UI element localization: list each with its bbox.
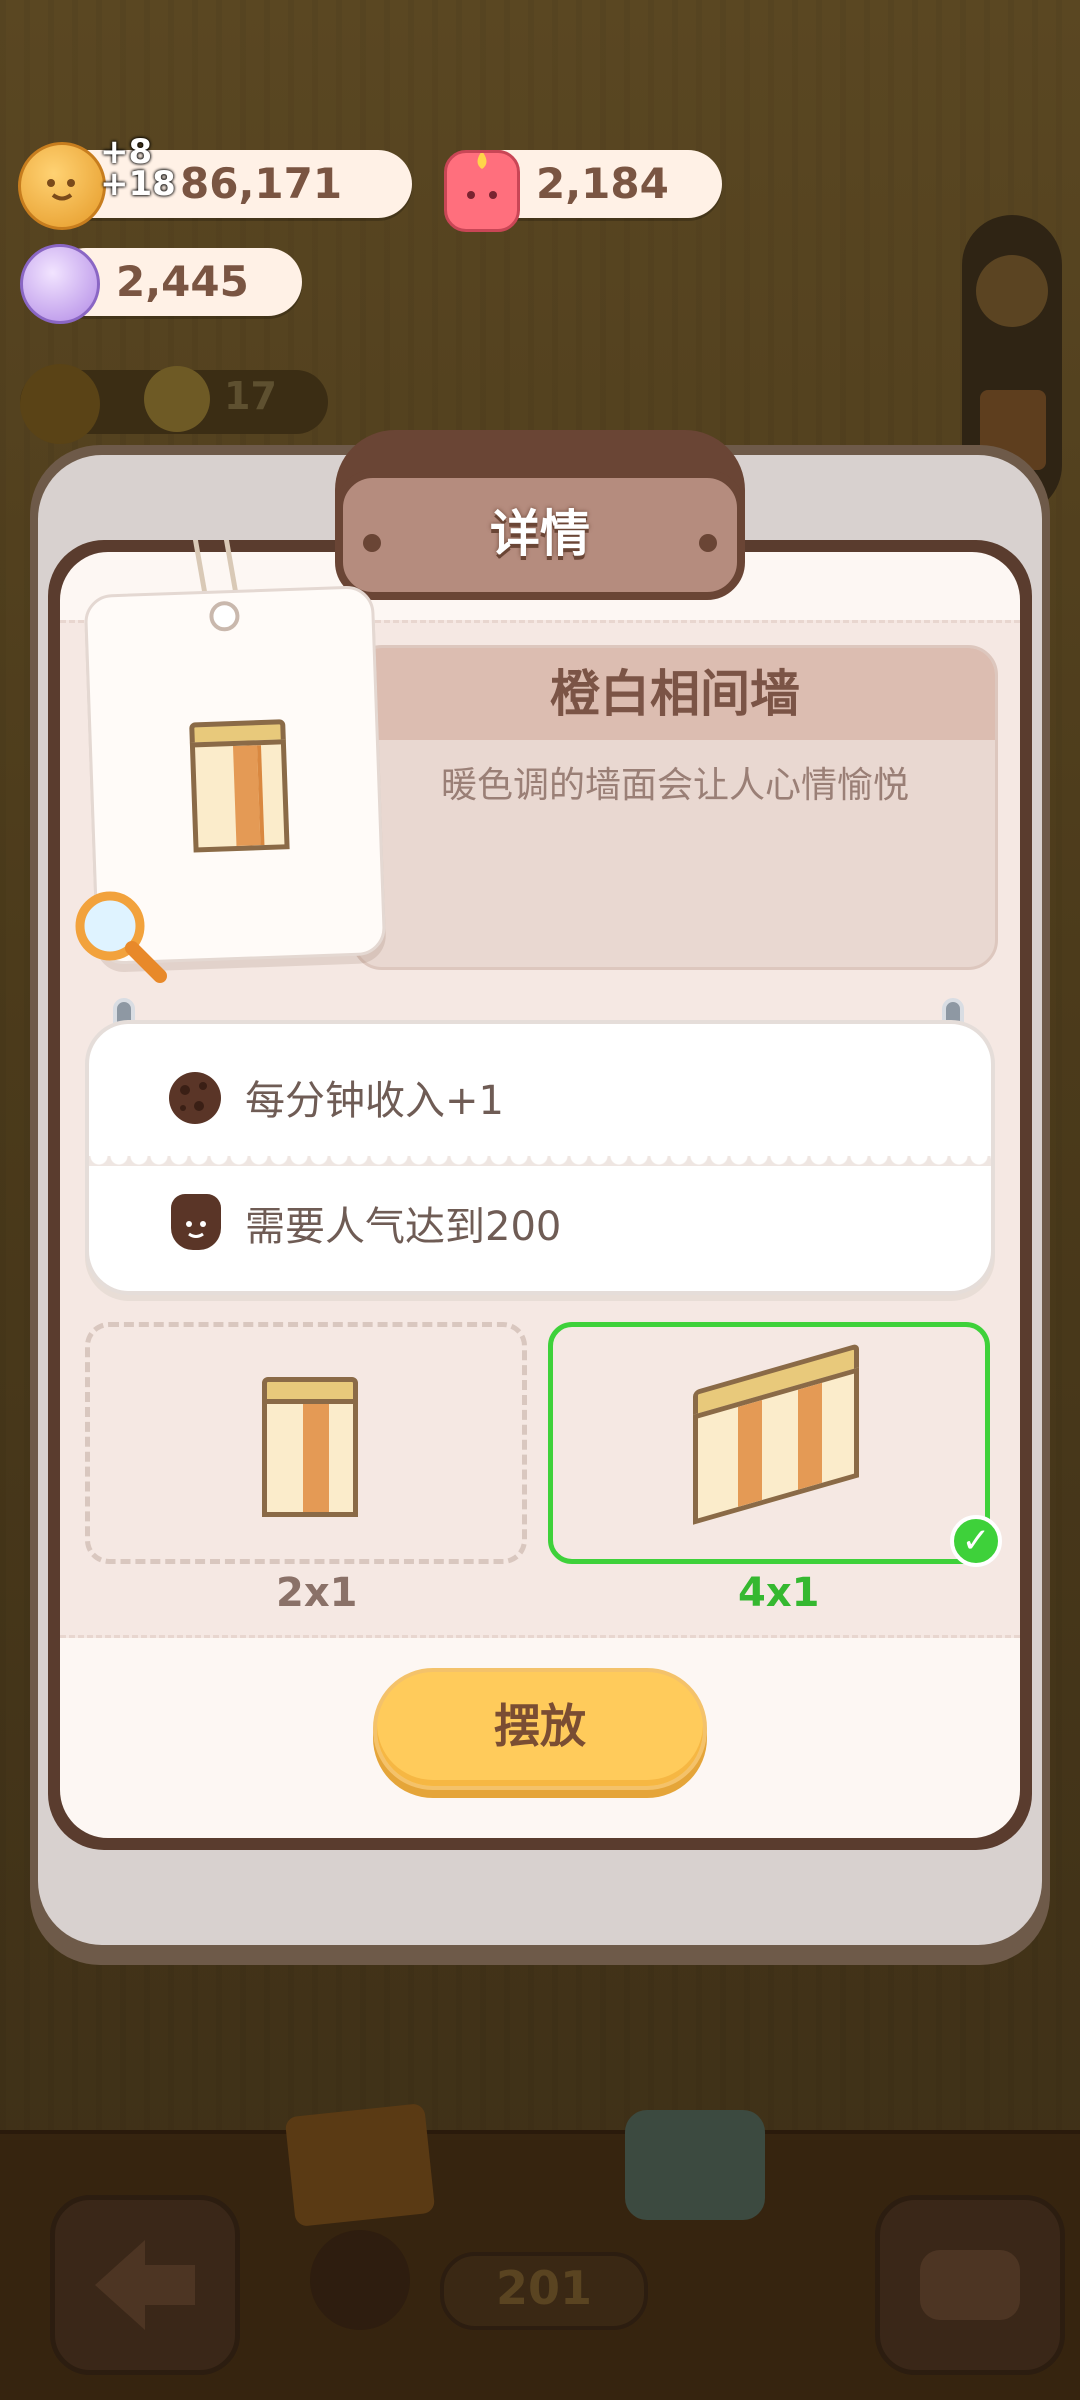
item-name: 橙白相间墙 bbox=[550, 665, 800, 723]
dialog-title-plaque: 详情 bbox=[335, 470, 745, 600]
popularity-value: 17 bbox=[224, 374, 277, 418]
popularity-icon bbox=[171, 1194, 221, 1250]
item-description: 暖色调的墙面会让人心情愉悦 bbox=[440, 765, 909, 806]
furniture-button[interactable] bbox=[875, 2195, 1065, 2375]
cookie-coin-icon bbox=[18, 142, 106, 230]
tag-hole bbox=[208, 600, 240, 632]
size-option-2x1[interactable] bbox=[85, 1322, 527, 1564]
size-option-4x1[interactable] bbox=[548, 1322, 990, 1564]
item-info-card: 橙白相间墙 暖色调的墙面会让人心情愉悦 bbox=[352, 645, 998, 970]
pink-candle-icon bbox=[444, 150, 520, 232]
effects-divider bbox=[89, 1156, 991, 1166]
chick-icon bbox=[144, 366, 210, 432]
magnifier-icon[interactable] bbox=[75, 891, 167, 983]
item-preview-wall-icon bbox=[189, 719, 290, 853]
wall-4x1-icon bbox=[693, 1343, 859, 1551]
gear-icon[interactable] bbox=[976, 255, 1048, 327]
candle-value: 2,184 bbox=[536, 159, 669, 208]
coin-gain-bottom: +18 bbox=[100, 164, 176, 204]
size-label-4x1: 4x1 bbox=[738, 1570, 820, 1616]
cookie-icon bbox=[169, 1072, 221, 1124]
dialog-title: 详情 bbox=[490, 505, 590, 563]
flower-icon bbox=[310, 2230, 410, 2330]
selected-check-icon: ✓ bbox=[950, 1515, 1002, 1567]
candy-value: 2,445 bbox=[116, 257, 249, 306]
sun-icon bbox=[20, 364, 100, 444]
recipe-book-icon[interactable] bbox=[284, 2102, 436, 2228]
sofa-icon bbox=[920, 2250, 1020, 2320]
back-button[interactable] bbox=[50, 2195, 240, 2375]
effect-income: 每分钟收入+1 bbox=[245, 1078, 504, 1124]
place-button[interactable]: 摆放 bbox=[373, 1668, 707, 1790]
inventory-counter: 201 bbox=[440, 2252, 648, 2330]
candy-icon bbox=[20, 244, 100, 324]
coin-value: 86,171 bbox=[180, 159, 343, 208]
effect-requirement: 需要人气达到200 bbox=[245, 1204, 562, 1250]
popularity-bar[interactable]: 17 bbox=[20, 364, 328, 444]
item-effects-card: 每分钟收入+1 需要人气达到200 bbox=[85, 1020, 995, 1295]
back-arrow-icon bbox=[95, 2240, 195, 2330]
plaque-rivet-left bbox=[363, 534, 381, 552]
wall-2x1-icon bbox=[262, 1377, 358, 1517]
size-label-2x1: 2x1 bbox=[276, 1570, 358, 1616]
camera-icon[interactable] bbox=[625, 2110, 765, 2220]
plaque-rivet-right bbox=[699, 534, 717, 552]
